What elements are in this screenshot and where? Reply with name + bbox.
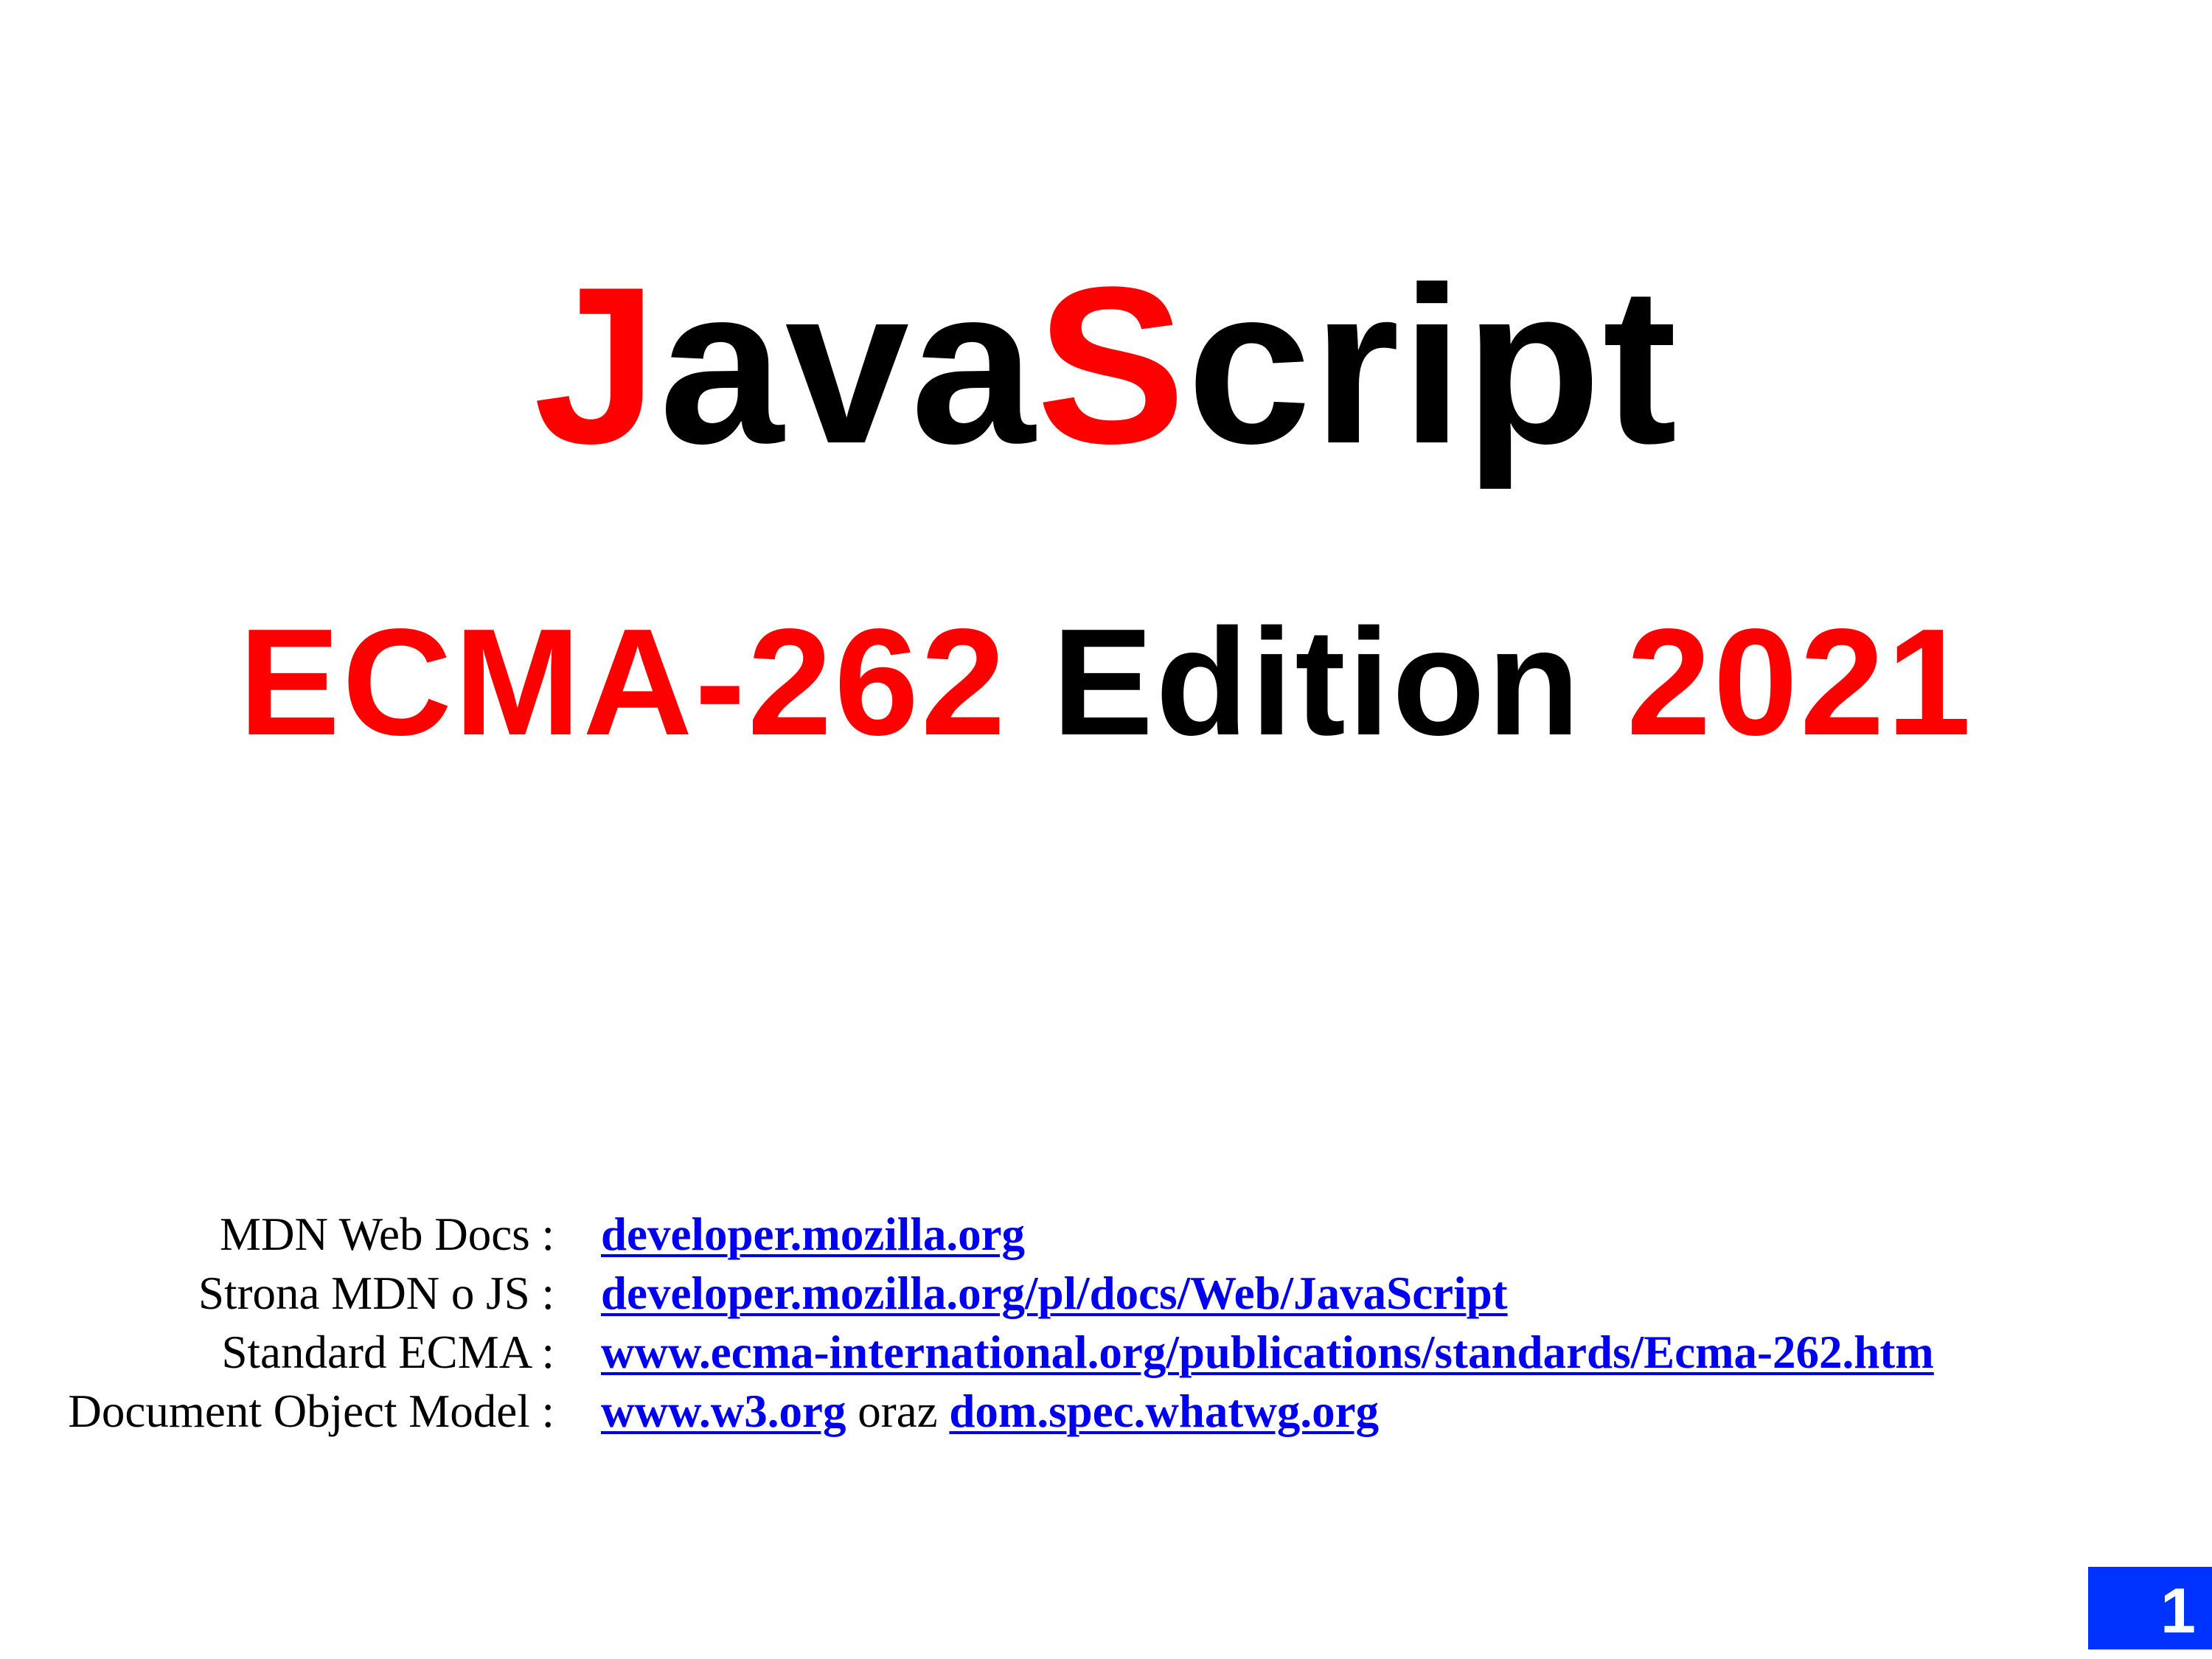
link-row-mdn: MDN Web Docs : developer.mozilla.org [0, 1205, 2212, 1264]
link-label: MDN Web Docs : [220, 1208, 554, 1260]
subtitle-edition: Edition [1051, 597, 1582, 767]
slide-subtitle: ECMA-262 Edition 2021 [0, 606, 2212, 758]
subtitle-year: 2021 [1627, 597, 1974, 767]
title-letter-s: S [1036, 241, 1187, 490]
mdn-link[interactable]: developer.mozilla.org [601, 1208, 1025, 1260]
link-value: developer.mozilla.org [601, 1205, 1025, 1264]
link-row-dom: Document Object Model : www.w3.org oraz … [0, 1382, 2212, 1441]
link-value: www.ecma-international.org/publications/… [601, 1323, 1934, 1382]
link-label: Strona MDN o JS : [198, 1267, 554, 1319]
slide-title: JavaScript [0, 254, 2212, 478]
title-ava: ava [659, 241, 1037, 490]
link-value: www.w3.org oraz dom.spec.whatwg.org [601, 1382, 1379, 1441]
mdn-js-link[interactable]: developer.mozilla.org/pl/docs/Web/JavaSc… [601, 1267, 1508, 1319]
reference-links: MDN Web Docs : developer.mozilla.org Str… [0, 1205, 2212, 1441]
page-number-badge: 1 [2088, 1567, 2212, 1649]
link-row-mdn-js: Strona MDN o JS : developer.mozilla.org/… [0, 1264, 2212, 1323]
link-label: Document Object Model : [68, 1385, 554, 1437]
title-letter-j: J [533, 241, 660, 490]
link-label: Standard ECMA : [221, 1326, 555, 1378]
link-connector: oraz [858, 1385, 938, 1437]
page-number: 1 [2160, 1576, 2196, 1646]
title-cript: cript [1186, 241, 1679, 490]
slide: JavaScript ECMA-262 Edition 2021 MDN Web… [0, 0, 2212, 1659]
subtitle-ecma: ECMA-262 [238, 597, 1008, 767]
link-row-ecma: Standard ECMA : www.ecma-international.o… [0, 1323, 2212, 1382]
whatwg-dom-link[interactable]: dom.spec.whatwg.org [949, 1385, 1379, 1437]
w3-link[interactable]: www.w3.org [601, 1385, 846, 1437]
ecma-standard-link[interactable]: www.ecma-international.org/publications/… [601, 1326, 1934, 1378]
link-value: developer.mozilla.org/pl/docs/Web/JavaSc… [601, 1264, 1508, 1323]
